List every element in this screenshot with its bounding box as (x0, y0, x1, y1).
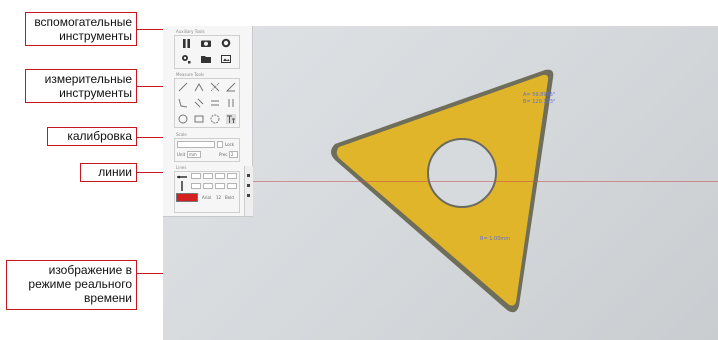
prec-select[interactable]: 2 (229, 151, 238, 158)
arc-tool-icon[interactable] (210, 114, 220, 124)
unit-label: Unit (177, 152, 186, 157)
callout-calibration-text: калибровка (67, 129, 132, 143)
arrow-style-2[interactable] (203, 183, 213, 189)
callout-calibration: калибровка (47, 127, 137, 146)
callout-measuring-tools: измерительные инструменты (25, 69, 137, 103)
callout-lines-text: линии (98, 165, 132, 179)
angle-readout-a: A= 59.8965° (523, 92, 556, 98)
angle-3pt-icon[interactable] (226, 82, 236, 92)
auxiliary-section-title: Auxiliary Tools (176, 29, 205, 34)
camera-icon[interactable] (201, 38, 211, 48)
angle-tool-icon[interactable] (194, 82, 204, 92)
scale-calibrate-button[interactable] (217, 141, 223, 148)
font-size-label[interactable]: 12 (216, 195, 221, 200)
image-export-icon[interactable] (221, 54, 231, 64)
line-width-1[interactable] (191, 173, 201, 179)
callout-measuring-text: измерительные инструменты (44, 72, 132, 100)
callout-live-image: изображение в режиме реального времени (6, 260, 137, 310)
circle-tool-icon[interactable] (178, 114, 188, 124)
lines-section-title: Lines (176, 165, 187, 170)
angle-readout-b: B= 120.103° (523, 99, 556, 105)
perpendicular-icon[interactable] (210, 82, 220, 92)
line-width-2[interactable] (203, 173, 213, 179)
distance-readout: R= 1.00mm (480, 236, 511, 242)
panel-side-strip (244, 166, 253, 216)
pause-icon[interactable] (181, 38, 191, 48)
polyline-icon[interactable] (178, 98, 188, 108)
side-button-1[interactable] (247, 174, 250, 177)
text-tool-icon[interactable] (226, 114, 236, 124)
settings-icon[interactable] (181, 54, 191, 64)
side-button-3[interactable] (247, 194, 250, 197)
scale-select[interactable] (177, 141, 215, 148)
callout-lines: линии (80, 163, 137, 182)
arrow-style-icon[interactable] (177, 181, 187, 191)
arrow-style-3[interactable] (215, 183, 225, 189)
font-style-label[interactable]: Bold (225, 195, 234, 200)
callout-auxiliary-text: вспомогательные инструменты (34, 15, 132, 43)
unit-value: mm (189, 152, 197, 157)
callout-live-image-text: изображение в режиме реального времени (28, 263, 132, 305)
live-image-view[interactable]: A= 59.8965° B= 120.103° R= 1.00mm Auxili… (163, 26, 718, 340)
prec-label: Prec (219, 152, 228, 157)
rectangle-tool-icon[interactable] (194, 114, 204, 124)
distance-icon[interactable] (210, 98, 220, 108)
line-tool-icon[interactable] (178, 82, 188, 92)
arrow-style-1[interactable] (191, 183, 201, 189)
color-icon[interactable] (221, 38, 231, 48)
tool-panel: Auxiliary Tools Measure Tools Scale Lock… (163, 26, 253, 217)
folder-icon[interactable] (201, 54, 211, 64)
parallel-icon[interactable] (194, 98, 204, 108)
font-label[interactable]: Arial (202, 195, 211, 200)
line-color-swatch[interactable] (176, 193, 198, 202)
lock-label[interactable]: Lock (225, 142, 234, 147)
arrow-style-4[interactable] (227, 183, 237, 189)
measure-section-title: Measure Tools (176, 72, 205, 77)
line-width-3[interactable] (215, 173, 225, 179)
vertical-distance-icon[interactable] (226, 98, 236, 108)
callout-auxiliary-tools: вспомогательные инструменты (25, 12, 137, 46)
prec-value: 2 (231, 152, 234, 157)
unit-select[interactable]: mm (187, 151, 201, 158)
line-width-4[interactable] (227, 173, 237, 179)
scale-section-title: Scale (176, 132, 187, 137)
side-button-2[interactable] (247, 184, 250, 187)
